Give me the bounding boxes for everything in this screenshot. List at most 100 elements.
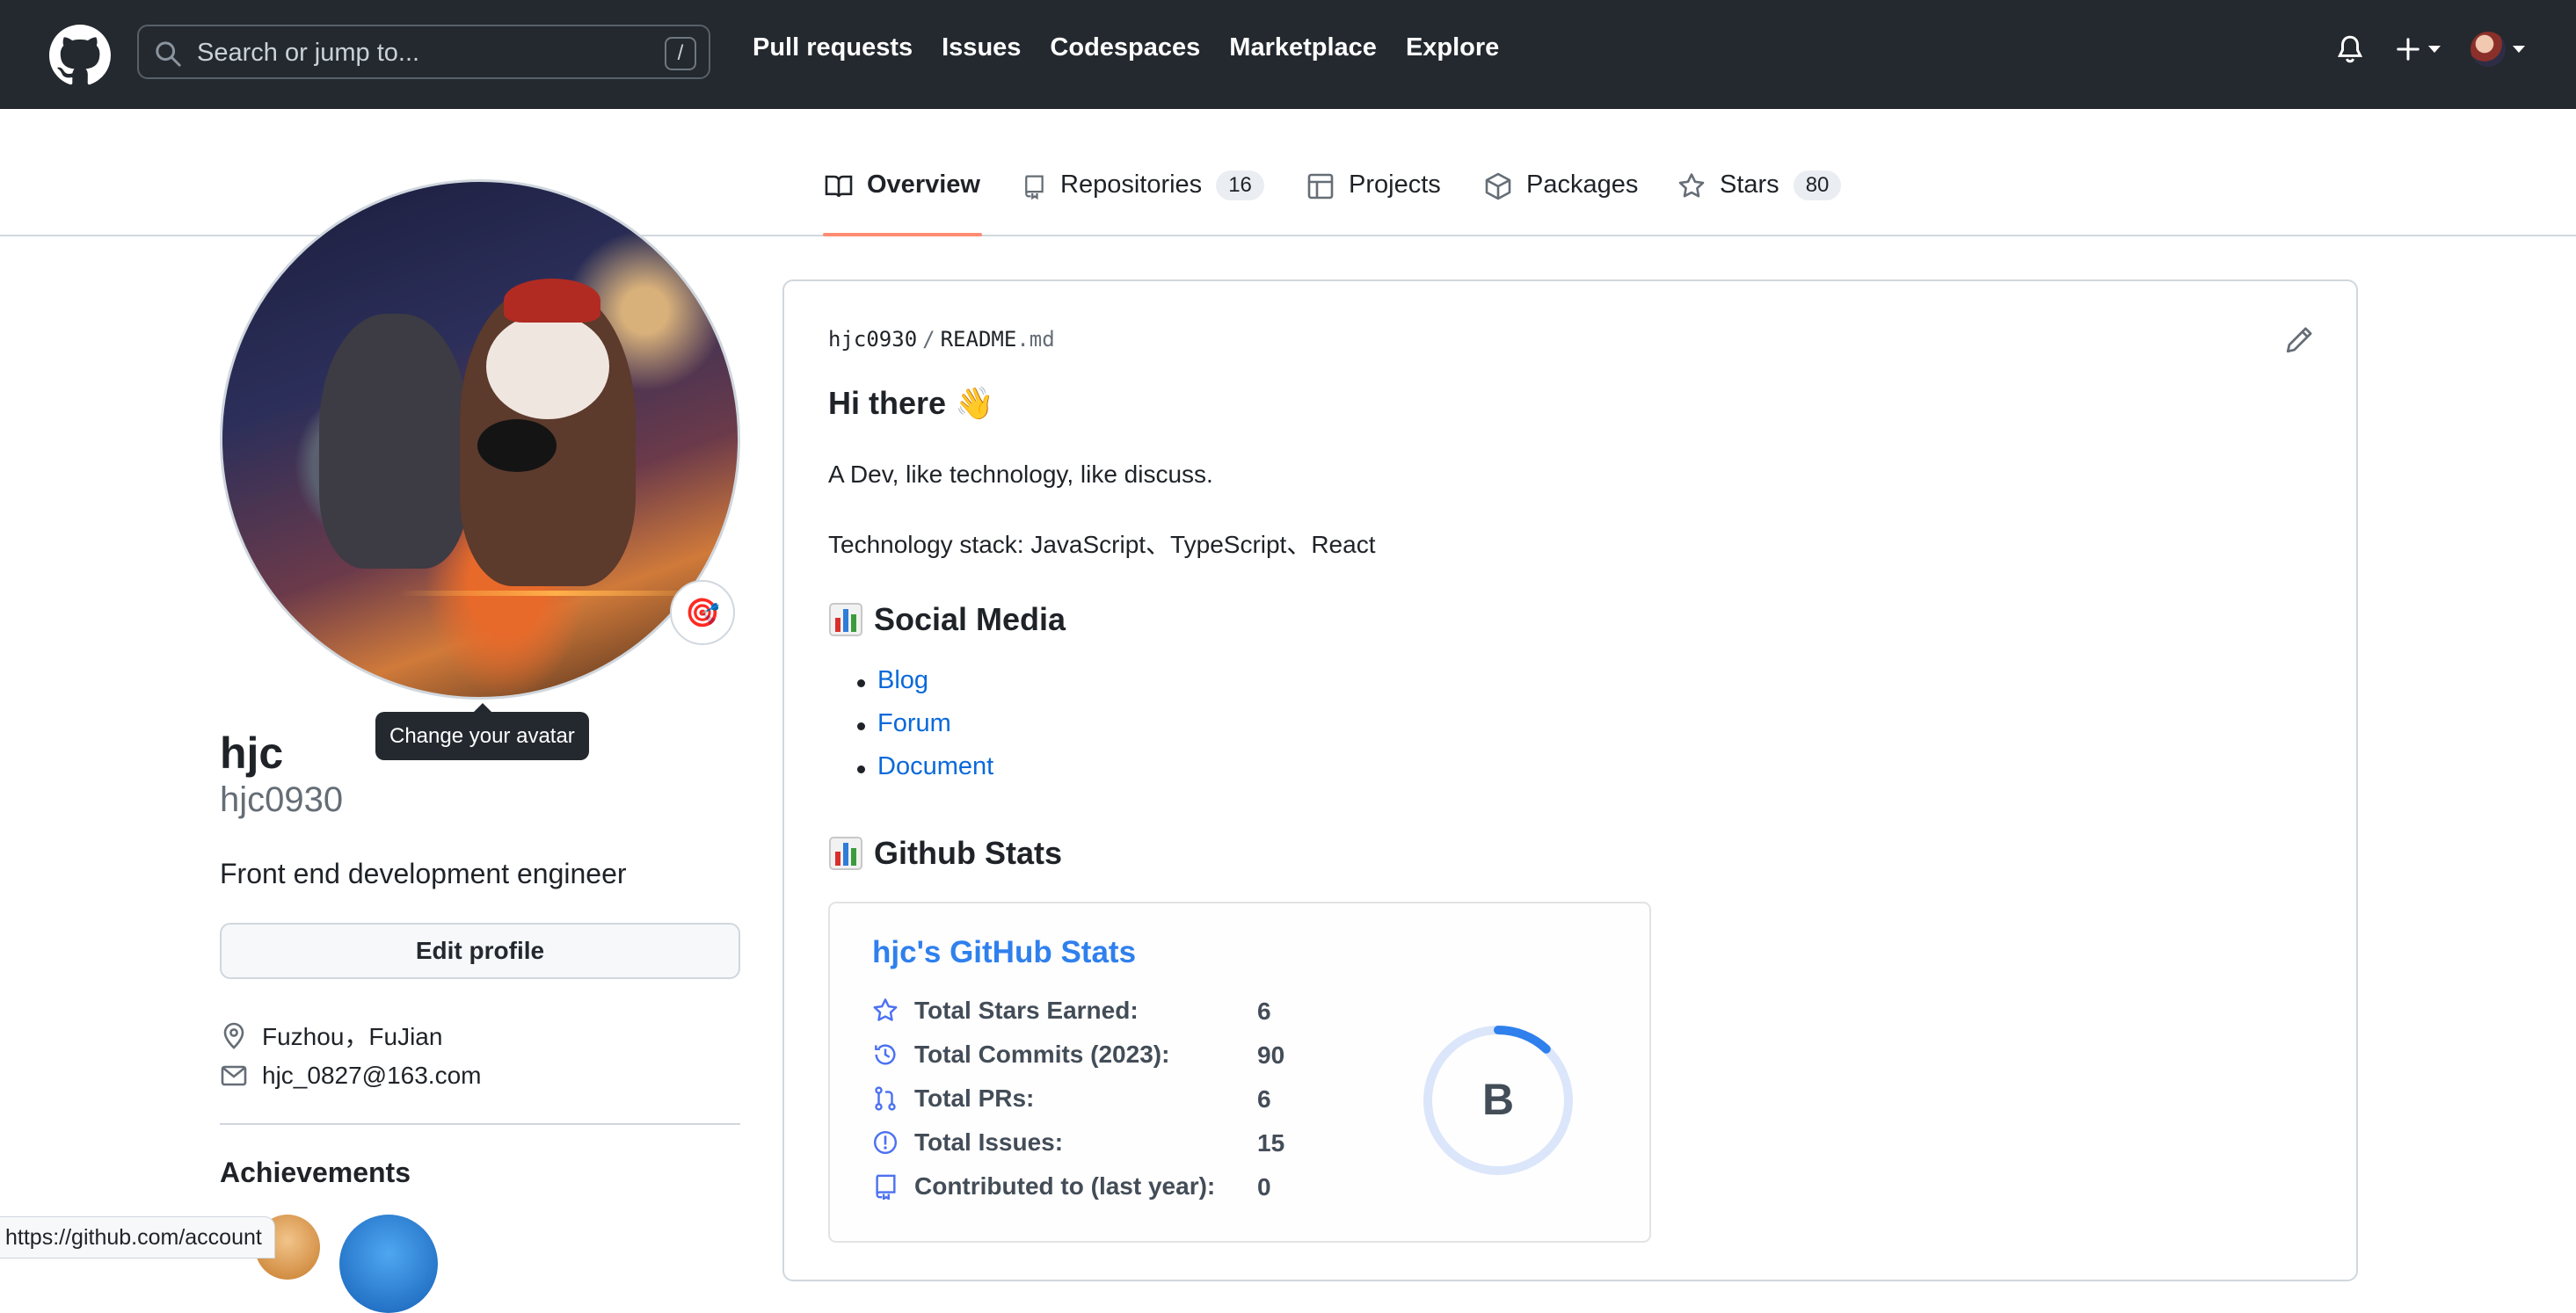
table-icon [1307,173,1334,199]
nav-marketplace[interactable]: Marketplace [1229,33,1377,62]
chevron-down-icon [2428,46,2441,53]
history-icon [875,1044,896,1065]
path-separator: / [922,327,935,352]
stat-label: Total Issues: [914,1128,1064,1156]
search-input[interactable]: Search or jump to... / [137,25,710,79]
tab-stars[interactable]: Stars 80 [1677,170,1842,236]
profile-email-text[interactable]: hjc_0827@163.com [262,1062,481,1090]
achievements-heading: Achievements [220,1157,411,1188]
profile-bio: Front end development engineer [220,858,627,889]
chevron-down-icon [2513,46,2525,53]
tab-repositories-count: 16 [1216,170,1264,200]
issue-icon [873,1130,898,1155]
star-icon [1678,173,1705,198]
nav-issues[interactable]: Issues [942,33,1021,62]
github-logo-icon[interactable] [49,25,111,86]
target-icon: 🎯 [685,597,720,628]
stat-row-prs: Total PRs: 6 [872,1081,1271,1116]
global-header: Search or jump to... / Pull requests Iss… [0,0,2576,109]
profile-avatar[interactable] [220,179,740,700]
link-document[interactable]: Document [828,752,993,795]
tab-repositories-label: Repositories [1060,170,1203,199]
link-blog[interactable]: Blog [828,666,993,709]
readme-heading-text: Hi there [828,385,947,421]
profile-readme-card: hjc0930/README.md Hi there 👋 A Dev, like… [782,279,2358,1281]
divider [220,1123,740,1125]
profile-name: hjc [220,729,284,778]
stat-value: 15 [1257,1129,1285,1157]
profile-location-text: Fuzhou，FuJian [262,1023,443,1050]
readme-intro: A Dev, like technology, like discuss. [828,461,1213,488]
set-status-button[interactable]: 🎯 [670,580,735,645]
user-menu-dropdown[interactable] [2470,32,2525,67]
tab-stars-count: 80 [1793,170,1842,200]
avatar-figure-left [319,314,469,569]
readme-heading-social: Social Media [828,601,1066,638]
package-icon [1485,172,1511,200]
stat-row-stars: Total Stars Earned: 6 [872,993,1271,1028]
nav-codespaces[interactable]: Codespaces [1050,33,1200,62]
tab-projects-label: Projects [1349,170,1441,199]
mail-icon [221,1065,247,1086]
stat-value: 0 [1257,1173,1271,1201]
github-stats-card[interactable]: hjc's GitHub Stats Total Stars Earned: 6… [828,902,1651,1243]
readme-owner[interactable]: hjc0930 [828,327,917,352]
stat-row-commits: Total Commits (2023): 90 [872,1037,1284,1072]
edit-profile-button[interactable]: Edit profile [220,923,740,979]
profile-email[interactable]: hjc_0827@163.com [220,1062,481,1090]
star-icon [873,998,898,1021]
profile-location: Fuzhou，FuJian [220,1018,442,1053]
pencil-icon[interactable] [2284,325,2314,355]
readme-tech-stack: Technology stack: JavaScript、TypeScript、… [828,531,1376,558]
nav-pull-requests[interactable]: Pull requests [753,33,913,62]
readme-heading-stats: Github Stats [828,835,1062,872]
bell-icon[interactable] [2335,33,2365,65]
readme-heading-hi: Hi there 👋 [828,385,994,422]
avatar-hat [504,279,600,323]
tab-overview[interactable]: Overview [823,170,982,236]
readme-path: hjc0930/README.md [828,327,1055,352]
search-placeholder: Search or jump to... [197,39,420,67]
rank-letter: B [1482,1075,1514,1124]
tab-repositories[interactable]: Repositories 16 [1022,170,1264,236]
tab-packages[interactable]: Packages [1484,170,1638,236]
stats-card-title: hjc's GitHub Stats [872,935,1137,969]
plus-icon [2397,38,2420,61]
nav-explore[interactable]: Explore [1406,33,1499,62]
rank-ring: B [1423,1026,1573,1175]
readme-filename[interactable]: README [941,327,1017,352]
stat-label: Total PRs: [914,1084,1035,1112]
repo-icon [1025,175,1044,200]
tab-packages-label: Packages [1526,170,1639,199]
tab-overview-label: Overview [867,170,980,199]
book-icon [825,175,853,198]
stat-value: 6 [1257,997,1271,1025]
repo-icon [876,1174,896,1200]
bar-chart-icon [829,603,862,636]
header-actions [2335,32,2525,67]
avatar-face [486,314,609,419]
tab-projects[interactable]: Projects [1306,170,1441,236]
stat-label: Total Commits (2023): [914,1041,1170,1068]
avatar-light-flare [398,591,715,596]
link-status-bar: https://github.com/account [0,1216,275,1259]
avatar-tooltip: Change your avatar [375,703,589,760]
readme-extension: .md [1016,327,1055,352]
waving-hand-icon: 👋 [955,385,994,421]
location-icon [223,1022,244,1049]
achievement-badge[interactable] [339,1215,438,1313]
avatar-goggle [477,419,557,472]
stat-value: 90 [1257,1041,1285,1069]
stat-row-contributed: Contributed to (last year): 0 [872,1169,1271,1204]
profile-login: hjc0930 [220,780,344,819]
search-shortcut-key: / [665,37,696,70]
stat-label: Total Stars Earned: [914,997,1139,1024]
link-forum[interactable]: Forum [828,709,993,752]
global-nav: Pull requests Issues Codespaces Marketpl… [753,33,1499,62]
create-new-dropdown[interactable] [2395,36,2441,62]
social-media-heading-text: Social Media [874,601,1066,637]
avatar [2470,32,2506,67]
pull-request-icon [875,1086,896,1111]
social-links-list: Blog Forum Document [828,666,993,795]
search-icon [156,41,181,67]
